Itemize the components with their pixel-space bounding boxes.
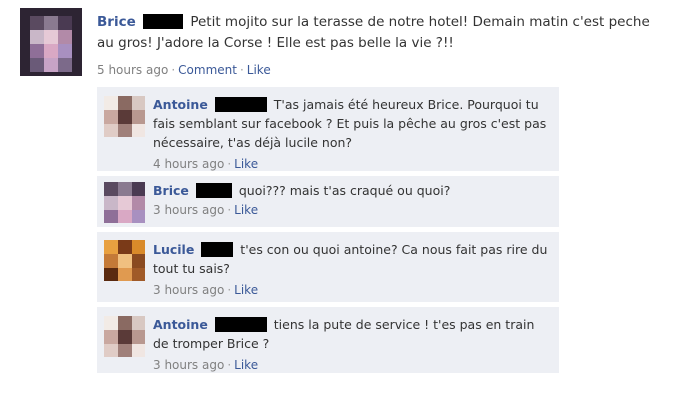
- redacted-surname: [214, 317, 267, 332]
- comment-item: Antoine T'as jamais été heureux Brice. P…: [97, 87, 559, 172]
- comment-author-name[interactable]: Antoine: [153, 317, 208, 332]
- like-link[interactable]: Like: [247, 63, 271, 77]
- redacted-surname: [201, 242, 234, 257]
- post-body: Brice Petit mojito sur la terasse de not…: [97, 12, 667, 81]
- comment-author-name[interactable]: Lucile: [153, 242, 194, 257]
- comment-timestamp[interactable]: 3 hours ago: [153, 283, 224, 297]
- brice-profile-picture[interactable]: [104, 182, 145, 223]
- separator-dot: ·: [171, 63, 176, 77]
- comment-meta: 3 hours ago · Like: [153, 201, 551, 220]
- comment-body: Lucile t'es con ou quoi antoine? Ca nous…: [153, 232, 559, 306]
- separator-dot: ·: [227, 157, 232, 171]
- like-link[interactable]: Like: [234, 157, 258, 171]
- comment-item: Brice quoi??? mais t'as craqué ou quoi? …: [97, 176, 559, 228]
- separator-dot: ·: [239, 63, 244, 77]
- like-link[interactable]: Like: [234, 283, 258, 297]
- comment-text: T'as jamais été heureux Brice. Pourquoi …: [153, 97, 547, 150]
- comment-meta: 3 hours ago · Like: [153, 281, 551, 300]
- antoine-profile-picture[interactable]: [104, 96, 145, 137]
- comment-meta: 4 hours ago · Like: [153, 155, 551, 174]
- comment-body: Brice quoi??? mais t'as craqué ou quoi? …: [153, 176, 559, 226]
- brice-profile-picture[interactable]: [20, 8, 82, 76]
- comment-link[interactable]: Comment: [178, 63, 237, 77]
- like-link[interactable]: Like: [234, 358, 258, 372]
- antoine-profile-picture[interactable]: [104, 316, 145, 357]
- post-meta: 5 hours ago · Comment · Like: [97, 60, 667, 81]
- comment-meta: 3 hours ago · Like: [153, 356, 551, 375]
- comment-item: Lucile t'es con ou quoi antoine? Ca nous…: [97, 232, 559, 303]
- comment-item: Antoine tiens la pute de service ! t'es …: [97, 307, 559, 374]
- post-author-name[interactable]: Brice: [97, 14, 136, 30]
- like-link[interactable]: Like: [234, 203, 258, 217]
- comment-text: quoi??? mais t'as craqué ou quoi?: [238, 183, 451, 198]
- comment-timestamp[interactable]: 4 hours ago: [153, 157, 224, 171]
- redacted-surname: [214, 97, 267, 112]
- redacted-surname: [195, 183, 232, 198]
- comment-author-name[interactable]: Brice: [153, 183, 189, 198]
- comment-timestamp[interactable]: 3 hours ago: [153, 203, 224, 217]
- comment-author-name[interactable]: Antoine: [153, 97, 208, 112]
- lucile-profile-picture[interactable]: [104, 240, 145, 281]
- comment-timestamp[interactable]: 3 hours ago: [153, 358, 224, 372]
- separator-dot: ·: [227, 358, 232, 372]
- post-timestamp[interactable]: 5 hours ago: [97, 63, 168, 77]
- redacted-surname: [143, 14, 184, 29]
- comment-list: Antoine T'as jamais été heureux Brice. P…: [97, 87, 559, 378]
- comment-body: Antoine tiens la pute de service ! t'es …: [153, 307, 559, 381]
- separator-dot: ·: [227, 283, 232, 297]
- comment-body: Antoine T'as jamais été heureux Brice. P…: [153, 87, 559, 180]
- comment-text: tiens la pute de service ! t'es pas en t…: [153, 317, 535, 351]
- separator-dot: ·: [227, 203, 232, 217]
